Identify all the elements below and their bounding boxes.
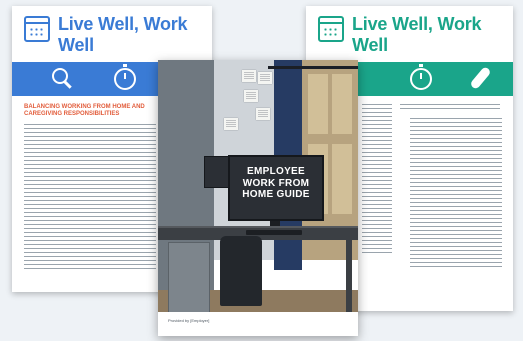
body-text-col2 [400, 104, 500, 112]
bullet-list [410, 118, 502, 268]
calendar-icon [24, 16, 50, 42]
flyer-header: Live Well, Work Well [12, 6, 212, 55]
office-scene-image: EMPLOYEE WORK FROM HOME GUIDE [158, 60, 358, 312]
cover-footer: Provided by [Employer] [168, 318, 210, 323]
stopwatch-icon [114, 64, 136, 90]
pill-icon [469, 65, 492, 91]
flyer-title: Live Well, Work Well [58, 14, 188, 55]
body-text [24, 124, 156, 272]
body-text [362, 104, 392, 254]
guide-cover: EMPLOYEE WORK FROM HOME GUIDE Provided b… [158, 60, 358, 336]
cover-title: EMPLOYEE WORK FROM HOME GUIDE [242, 166, 310, 200]
flyer-title: Live Well, Work Well [352, 14, 482, 55]
magnifier-icon [52, 68, 72, 89]
stopwatch-icon [410, 64, 432, 90]
section-heading: BALANCING WORKING FROM HOME AND CAREGIVI… [24, 104, 145, 117]
calendar-icon [318, 16, 344, 42]
flyer-header: Live Well, Work Well [306, 6, 513, 55]
